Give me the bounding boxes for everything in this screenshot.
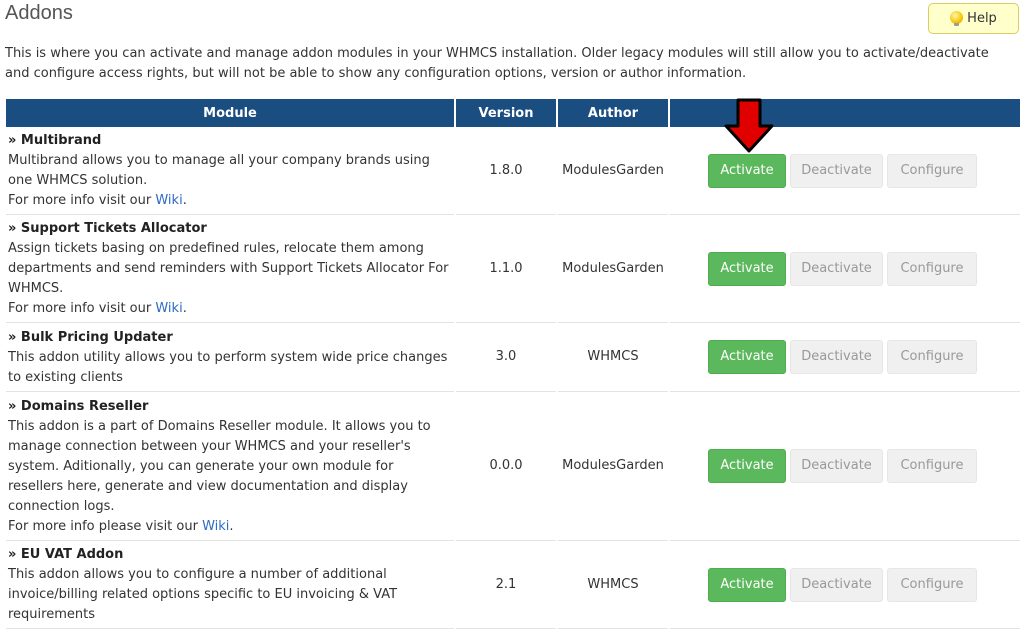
module-actions: Activate Deactivate Configure <box>670 541 1020 629</box>
help-button[interactable]: Help <box>928 3 1019 34</box>
module-description: This addon utility allows you to perform… <box>8 349 448 385</box>
wiki-link[interactable]: Wiki <box>202 519 229 534</box>
module-more-info: For more info visit our Wiki. <box>8 299 452 319</box>
table-row: » EU VAT Addon This addon allows you to c… <box>6 541 1020 629</box>
deactivate-button[interactable]: Deactivate <box>790 449 883 483</box>
activate-button[interactable]: Activate <box>708 567 786 602</box>
module-name: » Domains Reseller <box>8 398 149 414</box>
module-actions: Activate Deactivate Configure <box>670 392 1020 541</box>
module-actions: Activate Deactivate Configure <box>670 215 1020 323</box>
module-author: ModulesGarden <box>558 392 668 541</box>
module-author: ModulesGarden <box>558 127 668 215</box>
lightbulb-icon <box>950 11 964 26</box>
module-more-info: For more info visit our Wiki. <box>8 191 452 211</box>
column-header-module[interactable]: Module <box>6 99 454 127</box>
more-info-suffix: . <box>229 518 234 534</box>
module-name: » Support Tickets Allocator <box>8 221 207 236</box>
module-description: Multibrand allows you to manage all your… <box>8 153 430 188</box>
deactivate-button[interactable]: Deactivate <box>790 567 883 602</box>
module-author: WHMCS <box>558 541 668 629</box>
more-info-text: For more info visit our <box>8 193 156 208</box>
module-description: Assign tickets basing on predefined rule… <box>8 241 449 296</box>
table-row: » Bulk Pricing Updater This addon utility… <box>6 323 1020 392</box>
module-actions: Activate Deactivate Configure <box>670 127 1020 215</box>
configure-button[interactable]: Configure <box>887 449 977 483</box>
activate-button[interactable]: Activate <box>708 251 786 286</box>
column-header-actions <box>670 99 1020 127</box>
module-name: » EU VAT Addon <box>8 547 124 562</box>
activate-button[interactable]: Activate <box>708 340 786 374</box>
table-header-row: Module Version Author <box>6 99 1020 127</box>
table-row: » Multibrand Multibrand allows you to man… <box>6 127 1020 215</box>
module-version: 1.8.0 <box>456 127 556 215</box>
module-description: This addon allows you to configure a num… <box>8 567 398 622</box>
module-name: » Bulk Pricing Updater <box>8 329 173 345</box>
activate-button[interactable]: Activate <box>708 153 786 188</box>
help-label: Help <box>967 11 997 26</box>
addons-table: Module Version Author » Multibrand Multib… <box>4 99 1022 629</box>
configure-button[interactable]: Configure <box>887 153 977 188</box>
table-row: » Domains Reseller This addon is a part o… <box>6 392 1020 541</box>
arrow-down-icon <box>724 98 774 153</box>
more-info-suffix: . <box>182 193 187 208</box>
deactivate-button[interactable]: Deactivate <box>790 251 883 286</box>
column-header-version[interactable]: Version <box>456 99 556 127</box>
more-info-suffix: . <box>182 301 187 316</box>
deactivate-button[interactable]: Deactivate <box>790 340 883 374</box>
table-row: » Support Tickets Allocator Assign ticket… <box>6 215 1020 323</box>
configure-button[interactable]: Configure <box>887 340 977 374</box>
configure-button[interactable]: Configure <box>887 567 977 602</box>
module-author: WHMCS <box>558 323 668 392</box>
wiki-link[interactable]: Wiki <box>155 193 182 208</box>
module-name: » Multibrand <box>8 133 102 148</box>
module-description: This addon is a part of Domains Reseller… <box>8 418 431 514</box>
module-cell: » Domains Reseller This addon is a part o… <box>6 392 454 541</box>
configure-button[interactable]: Configure <box>887 251 977 286</box>
module-actions: Activate Deactivate Configure <box>670 323 1020 392</box>
column-header-author[interactable]: Author <box>558 99 668 127</box>
module-version: 3.0 <box>456 323 556 392</box>
module-version: 1.1.0 <box>456 215 556 323</box>
module-author: ModulesGarden <box>558 215 668 323</box>
more-info-text: For more info visit our <box>8 301 156 316</box>
module-cell: » Multibrand Multibrand allows you to man… <box>6 127 454 215</box>
page-title: Addons <box>5 2 73 24</box>
wiki-link[interactable]: Wiki <box>155 301 182 316</box>
activate-button[interactable]: Activate <box>708 449 786 483</box>
more-info-text: For more info please visit our <box>8 518 203 534</box>
module-version: 0.0.0 <box>456 392 556 541</box>
intro-text: This is where you can activate and manag… <box>5 46 989 81</box>
module-cell: » Bulk Pricing Updater This addon utility… <box>6 323 454 392</box>
module-cell: » Support Tickets Allocator Assign ticket… <box>6 215 454 323</box>
module-cell: » EU VAT Addon This addon allows you to c… <box>6 541 454 629</box>
module-version: 2.1 <box>456 541 556 629</box>
deactivate-button[interactable]: Deactivate <box>790 153 883 188</box>
table-body: » Multibrand Multibrand allows you to man… <box>6 127 1020 629</box>
module-more-info: For more info please visit our Wiki. <box>8 517 452 537</box>
